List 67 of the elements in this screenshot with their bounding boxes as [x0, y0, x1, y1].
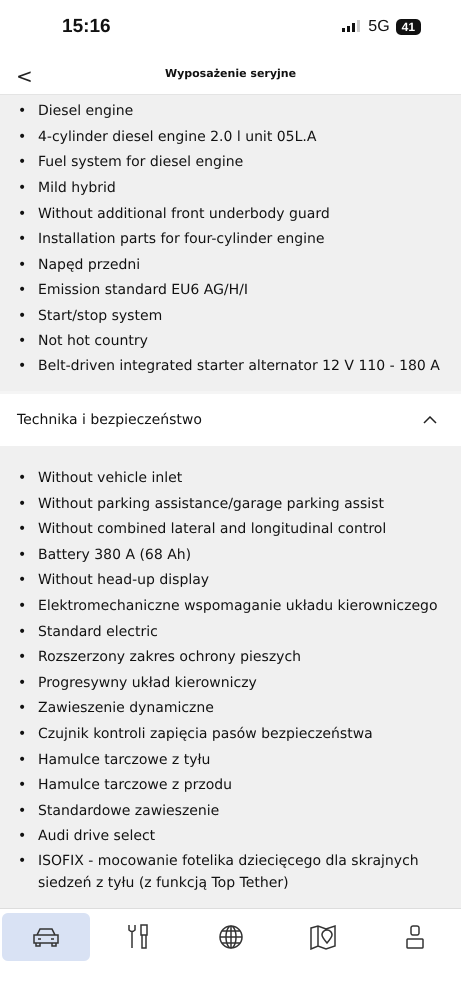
equipment-item: Battery 380 A (68 Ah) — [38, 546, 192, 565]
bullet: • — [18, 204, 28, 224]
bullet: • — [18, 597, 28, 616]
bullet: • — [18, 802, 28, 821]
status-time: 15:16 — [62, 16, 111, 38]
equipment-item: Napęd przedni — [38, 256, 140, 275]
equipment-item: Without additional front underbody guard — [38, 204, 330, 224]
equipment-item: Without head-up display — [38, 571, 210, 590]
bullet: • — [18, 852, 28, 871]
tools-icon — [126, 923, 150, 951]
bullet: • — [18, 622, 28, 642]
bullet: • — [18, 571, 28, 590]
equipment-item: Zawieszenie dynamiczne — [38, 699, 214, 718]
bullet: • — [18, 674, 28, 693]
equipment-item: ISOFIX - mocowanie fotelika dziecięcego dla skrajnych siedzeń z tyłu (z funkcją Top Tether) — [38, 852, 420, 893]
equipment-item: Czujnik kontroli zapięcia pasów bezpieczeństwa — [38, 725, 373, 744]
equipment-item: Installation parts for four-cylinder engine — [38, 230, 325, 250]
bullet: • — [18, 178, 28, 198]
battery-indicator: 41 — [396, 18, 421, 35]
bullet: • — [18, 281, 28, 300]
bullet: • — [18, 306, 28, 326]
equipment-item: Without parking assistance/garage parking assist — [38, 494, 384, 514]
equipment-item: Standard electric — [38, 622, 158, 642]
page-title: Wyposażenie seryjne — [164, 67, 296, 80]
equipment-item: Start/stop system — [38, 306, 162, 326]
equipment-item: Progresywny układ kierowniczy — [38, 674, 257, 693]
equipment-item: Without combined lateral and longitudinal control — [38, 520, 386, 540]
equipment-item: Diesel engine — [38, 102, 134, 122]
bullet: • — [18, 520, 28, 540]
person-icon — [404, 924, 425, 950]
bullet: • — [18, 494, 28, 514]
equipment-item: Not hot country — [38, 332, 148, 352]
equipment-item: Fuel system for diesel engine — [38, 153, 244, 172]
globe-icon — [218, 924, 244, 950]
bullet: • — [18, 128, 28, 147]
equipment-item: Emission standard EU6 AG/H/I — [38, 281, 248, 300]
bullet: • — [18, 357, 28, 376]
bullet: • — [18, 332, 28, 352]
bullet: • — [18, 469, 28, 488]
bullet: • — [18, 230, 28, 250]
bullet: • — [18, 776, 28, 796]
equipment-item: Rozszerzony zakres ochrony pieszych — [38, 648, 302, 668]
equipment-item: Hamulce tarczowe z tyłu — [38, 750, 210, 770]
equipment-item: Belt-driven integrated starter alternator 12 V 110 - 180 A — [38, 357, 440, 376]
bullet: • — [18, 546, 28, 565]
bullet: • — [18, 750, 28, 770]
bullet: • — [18, 699, 28, 718]
bullet: • — [18, 153, 28, 172]
equipment-item: Standardowe zawieszenie — [38, 802, 220, 821]
car-tab[interactable] — [2, 913, 90, 961]
equipment-item: Audi drive select — [38, 827, 156, 846]
equipment-item: Hamulce tarczowe z przodu — [38, 776, 232, 796]
bullet: • — [18, 725, 28, 744]
bullet: • — [18, 256, 28, 275]
back-button[interactable]: < — [16, 64, 33, 88]
bullet: • — [18, 102, 28, 122]
network-label: 5G — [368, 18, 390, 36]
equipment-item: Elektromechaniczne wspomaganie układu kierowniczego — [38, 597, 438, 616]
car-icon — [32, 926, 60, 948]
map-icon — [308, 924, 337, 950]
bullet: • — [18, 827, 28, 846]
equipment-item: 4-cylinder diesel engine 2.0 l unit 05L.A — [38, 128, 316, 147]
equipment-item: Mild hybrid — [38, 178, 116, 198]
equipment-item: Without vehicle inlet — [38, 469, 182, 488]
bullet: • — [18, 648, 28, 668]
signal-icon — [342, 20, 362, 34]
section-title: Technika i bezpieczeństwo — [17, 412, 202, 428]
